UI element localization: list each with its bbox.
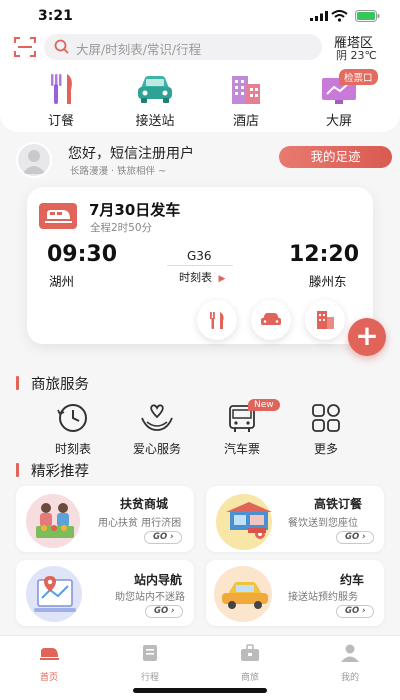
status-bar: 3:21 [0, 0, 400, 30]
go-button[interactable]: GO › [145, 605, 183, 618]
status-time: 3:21 [38, 8, 73, 24]
car-icon [135, 72, 175, 106]
promo-subtitle: 餐饮送到您座位 [288, 518, 358, 529]
screen-badge: 检票口 [339, 69, 378, 85]
new-badge: New [248, 399, 280, 411]
service-label: 时刻表 [54, 442, 91, 456]
arrow-right-icon: ▶ [218, 274, 226, 284]
section-marker [16, 463, 19, 477]
wifi-icon [331, 10, 348, 22]
quick-link-meal[interactable]: 订餐 [26, 72, 96, 129]
search-placeholder: 大屏/时刻表/常识/行程 [76, 42, 202, 57]
go-button[interactable]: GO › [336, 531, 374, 544]
hotel-icon [226, 72, 266, 106]
go-button[interactable]: GO › [144, 531, 182, 544]
avatar[interactable] [16, 142, 52, 178]
home-indicator [133, 688, 267, 693]
scan-icon[interactable] [14, 37, 36, 57]
promo-subtitle: 接送站预约服务 [288, 592, 358, 603]
arrive-time: 12:20 [289, 242, 360, 267]
promo-card-train-meal[interactable]: 高铁订餐 餐饮送到您座位 GO › [206, 486, 384, 552]
promo-subtitle: 用心扶贫 用行济困 [98, 518, 182, 529]
trip-date: 7月30日发车 [89, 201, 181, 219]
go-label: GO [154, 606, 169, 616]
search-bar[interactable]: 大屏/时刻表/常识/行程 [44, 34, 322, 60]
tab-label: 首页 [39, 673, 58, 683]
tab-business[interactable]: 商旅 [220, 643, 280, 683]
slogan-text: 长路漫漫 · 铁旅相伴 ~ [70, 166, 167, 177]
quick-link-hotel[interactable]: 酒店 [211, 72, 281, 129]
briefcase-tab-icon [241, 644, 259, 661]
schedule-link-label: 时刻表 [179, 271, 212, 284]
fork-knife-icon [210, 312, 224, 329]
quick-link-label: 接送站 [135, 114, 175, 129]
route-divider [167, 265, 233, 266]
tab-home[interactable]: 首页 [19, 643, 79, 683]
depart-station: 湖州 [49, 274, 75, 289]
signal-icon [310, 11, 328, 21]
car-icon [261, 313, 281, 325]
service-label: 爱心服务 [132, 442, 181, 456]
food-stall-illustration-icon [226, 502, 272, 539]
train-icon [39, 203, 77, 229]
promo-card-station-navigation[interactable]: 站内导航 助您站内不迷路 GO › [16, 560, 194, 626]
train-tab-icon [40, 648, 59, 660]
hotel-icon [317, 311, 334, 329]
add-trip-button[interactable]: + [348, 318, 386, 356]
fork-knife-icon [41, 72, 81, 106]
my-footprint-button[interactable]: 我的足迹 [279, 146, 392, 168]
service-label: 汽车票 [223, 442, 260, 456]
header: 大屏/时刻表/常识/行程 雁塔区 阴 23℃ 订餐 接送站 酒店 大屏 检票口 [0, 30, 400, 132]
user-silhouette-icon [22, 150, 46, 174]
weather-label: 阴 23℃ [336, 49, 377, 62]
business-section-title: 商旅服务 [31, 377, 89, 393]
promo-card-poverty-mall[interactable]: 扶贫商城 用心扶贫 用行济困 GO › [16, 486, 194, 552]
promo-subtitle: 助您站内不迷路 [115, 592, 185, 603]
trip-hotel-button[interactable] [305, 300, 345, 340]
service-more[interactable]: 更多 [296, 402, 356, 457]
promo-card-ride-hailing[interactable]: 约车 接送站预约服务 GO › [206, 560, 384, 626]
quick-link-transfer[interactable]: 接送站 [120, 72, 190, 129]
go-label: GO [153, 532, 168, 542]
promo-title: 站内导航 [134, 573, 183, 587]
trip-car-button[interactable] [251, 300, 291, 340]
service-label: 更多 [313, 442, 338, 456]
greeting-text: 您好，短信注册用户 [68, 146, 194, 162]
go-label: GO [345, 606, 360, 616]
battery-icon [355, 10, 380, 22]
trip-duration: 全程2时50分 [90, 222, 153, 234]
farmers-illustration-icon [36, 503, 74, 538]
depart-time: 09:30 [47, 242, 118, 267]
tab-label: 商旅 [240, 673, 259, 683]
quick-link-label: 酒店 [232, 114, 259, 129]
tab-profile[interactable]: 我的 [320, 643, 380, 683]
tab-label: 行程 [140, 673, 159, 683]
promo-title: 高铁订餐 [314, 497, 363, 511]
yellow-car-illustration-icon [222, 582, 268, 609]
person-tab-icon [341, 644, 359, 662]
go-label: GO [345, 532, 360, 542]
quick-link-label: 大屏 [325, 114, 352, 129]
section-marker [16, 376, 19, 390]
grid-icon [308, 402, 344, 434]
quick-link-label: 订餐 [47, 114, 74, 129]
schedule-link[interactable]: 时刻表 ▶ [179, 269, 225, 285]
promo-title: 约车 [340, 573, 365, 587]
map-navigation-illustration-icon [34, 576, 76, 612]
train-number: G36 [187, 249, 212, 263]
arrive-station: 滕州东 [309, 274, 347, 289]
recommend-section-title: 精彩推荐 [31, 464, 89, 480]
service-timetable[interactable]: 时刻表 [43, 402, 103, 457]
trip-meal-button[interactable] [197, 300, 237, 340]
search-icon [54, 39, 69, 54]
ticket-tab-icon [143, 645, 157, 661]
service-care[interactable]: 爱心服务 [127, 402, 187, 457]
promo-title: 扶贫商城 [120, 497, 169, 511]
trip-card[interactable]: 7月30日发车 全程2时50分 09:30 湖州 G36 时刻表 ▶ 12:20… [27, 187, 373, 344]
tab-trips[interactable]: 行程 [120, 643, 180, 683]
tab-label: 我的 [340, 673, 359, 683]
heart-hands-icon [139, 402, 175, 434]
go-button[interactable]: GO › [336, 605, 374, 618]
clock-icon [55, 402, 91, 434]
